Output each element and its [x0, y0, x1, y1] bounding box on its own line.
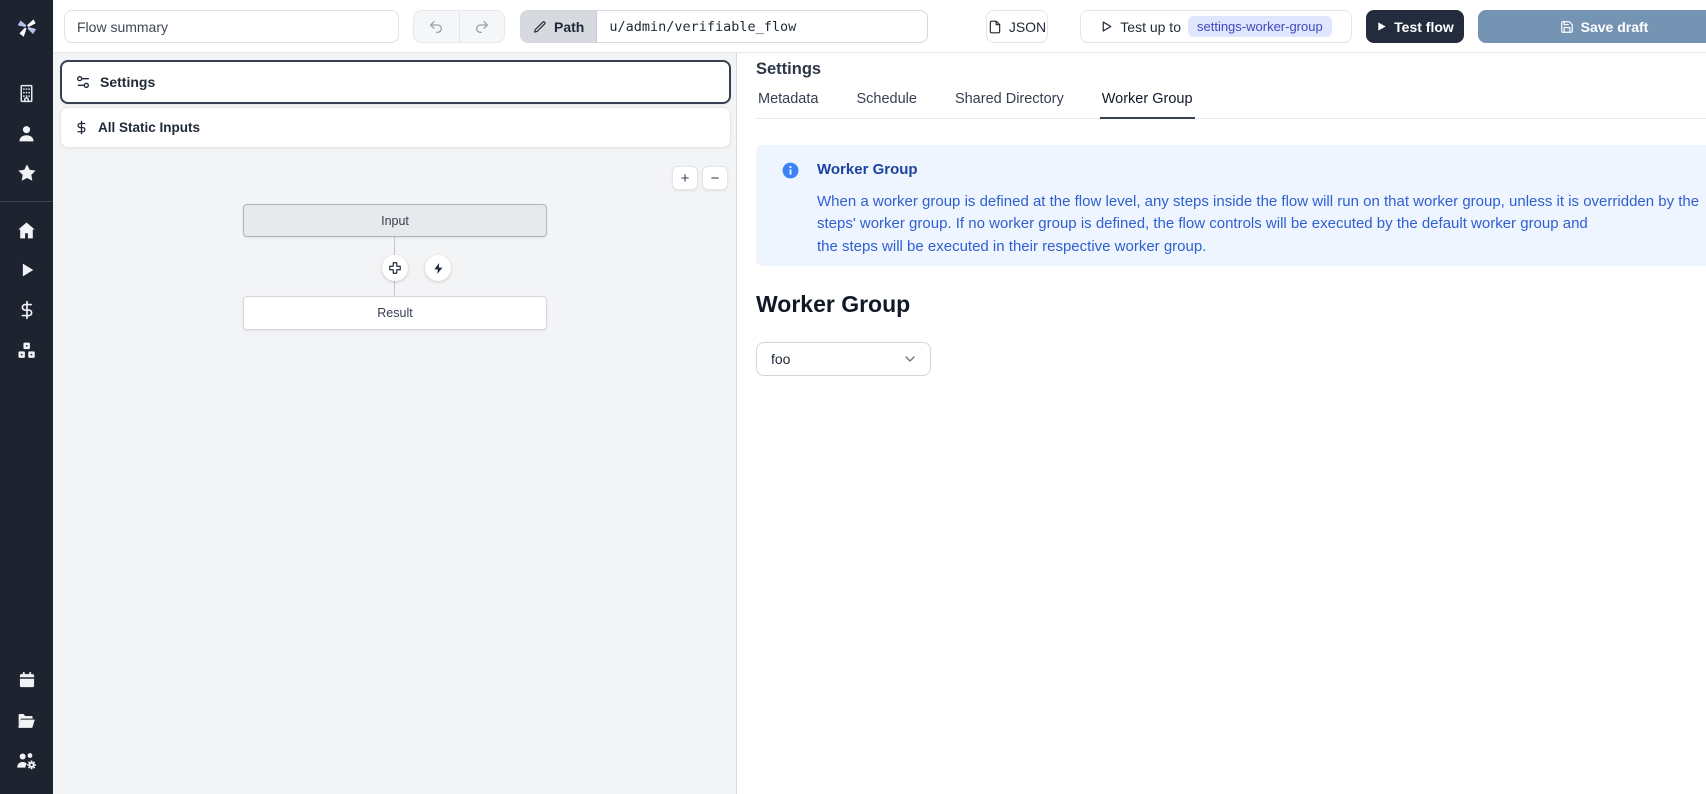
worker-group-info-box: Worker Group When a worker group is defi… [756, 145, 1706, 266]
input-node-label: Input [381, 214, 409, 228]
sliders-icon [75, 74, 91, 90]
info-line: When a worker group is defined at the fl… [817, 191, 1699, 213]
flow-toolbar: Path u/admin/verifiable_flow JSON Test u… [53, 0, 1706, 53]
tab-worker-group[interactable]: Worker Group [1100, 89, 1195, 119]
info-box-title: Worker Group [817, 161, 918, 178]
pencil-icon [533, 20, 547, 34]
test-flow-button[interactable]: Test flow [1366, 10, 1464, 43]
json-button[interactable]: JSON [986, 10, 1048, 43]
play-filled-icon [1376, 21, 1387, 32]
sidebar-item-user[interactable] [0, 113, 53, 153]
save-draft-button[interactable]: Save draft [1478, 10, 1706, 43]
redo-button[interactable] [459, 11, 505, 42]
dollar-icon [74, 120, 89, 135]
undo-icon [428, 19, 444, 35]
all-static-inputs-module[interactable]: All Static Inputs [60, 107, 731, 148]
flow-path-value[interactable]: u/admin/verifiable_flow [597, 11, 927, 42]
settings-module-label: Settings [100, 74, 155, 90]
save-draft-label: Save draft [1581, 19, 1649, 35]
json-button-label: JSON [1009, 19, 1046, 35]
play-outline-icon [1100, 20, 1113, 33]
star-icon [16, 162, 38, 184]
undo-button[interactable] [414, 11, 459, 42]
redo-icon [474, 19, 490, 35]
zoom-out-button[interactable]: − [702, 166, 728, 190]
tab-shared-directory[interactable]: Shared Directory [953, 89, 1066, 119]
info-icon [781, 161, 800, 180]
user-icon [16, 123, 37, 144]
users-cog-icon [15, 749, 38, 772]
sidebar-item-home[interactable] [0, 210, 53, 250]
play-icon [17, 260, 37, 280]
calendar-icon [17, 670, 37, 690]
zoom-in-button[interactable]: + [672, 166, 698, 190]
trigger-button[interactable] [425, 255, 451, 281]
chevron-down-icon [902, 351, 918, 367]
sidebar-item-favorites[interactable] [0, 153, 53, 193]
worker-group-section-title: Worker Group [756, 291, 910, 318]
sidebar-item-workspace[interactable] [0, 73, 53, 113]
sidebar-item-variables[interactable] [0, 290, 53, 330]
sidebar-item-schedules[interactable] [0, 660, 53, 700]
sidebar-item-workers[interactable] [0, 740, 53, 780]
edit-path-button[interactable]: Path [521, 11, 597, 42]
home-icon [16, 220, 37, 241]
static-inputs-label: All Static Inputs [98, 120, 200, 135]
building-icon [16, 83, 37, 104]
sidebar-item-runs[interactable] [0, 250, 53, 290]
cross-plus-icon [388, 261, 402, 275]
plus-icon: + [681, 171, 690, 186]
settings-panel: Settings Metadata Schedule Shared Direct… [737, 53, 1706, 794]
zap-icon [432, 262, 445, 275]
path-group: Path u/admin/verifiable_flow [520, 10, 928, 43]
app-sidebar [0, 0, 53, 794]
flow-node-input[interactable]: Input [243, 204, 547, 237]
save-icon [1560, 20, 1574, 34]
tab-metadata[interactable]: Metadata [756, 89, 820, 119]
undo-redo-group [413, 10, 505, 43]
flow-graph-panel: Settings All Static Inputs + − Input [53, 53, 737, 794]
flow-settings-module[interactable]: Settings [60, 60, 731, 104]
info-line: the steps will be executed in their resp… [817, 236, 1699, 258]
result-node-label: Result [377, 306, 412, 320]
worker-group-selected-value: foo [771, 351, 902, 367]
flow-editor-app: Path u/admin/verifiable_flow JSON Test u… [0, 0, 1706, 794]
sidebar-divider [0, 201, 53, 202]
boxes-icon [16, 340, 37, 361]
test-up-to-step-badge[interactable]: settings-worker-group [1188, 16, 1332, 37]
info-line: steps' worker group. If no worker group … [817, 213, 1699, 235]
windmill-logo[interactable] [0, 0, 53, 53]
settings-panel-title: Settings [756, 60, 821, 79]
tab-schedule[interactable]: Schedule [854, 89, 918, 119]
test-up-to-label: Test up to [1120, 19, 1181, 35]
sidebar-item-folders[interactable] [0, 700, 53, 740]
flow-summary-input[interactable] [64, 10, 399, 43]
sidebar-item-resources[interactable] [0, 330, 53, 370]
file-json-icon [988, 20, 1002, 34]
info-box-body: When a worker group is defined at the fl… [817, 191, 1699, 258]
minus-icon: − [711, 171, 720, 186]
dollar-icon [17, 300, 37, 320]
worker-group-select[interactable]: foo [756, 342, 931, 376]
windmill-logo-icon [14, 14, 40, 40]
test-up-to-button[interactable]: Test up to settings-worker-group [1080, 10, 1352, 43]
settings-tabs: Metadata Schedule Shared Directory Worke… [756, 89, 1706, 119]
folder-open-icon [16, 710, 37, 731]
add-step-button[interactable] [382, 255, 408, 281]
flow-node-result[interactable]: Result [243, 296, 547, 330]
test-flow-label: Test flow [1394, 19, 1454, 35]
path-label: Path [554, 19, 584, 35]
